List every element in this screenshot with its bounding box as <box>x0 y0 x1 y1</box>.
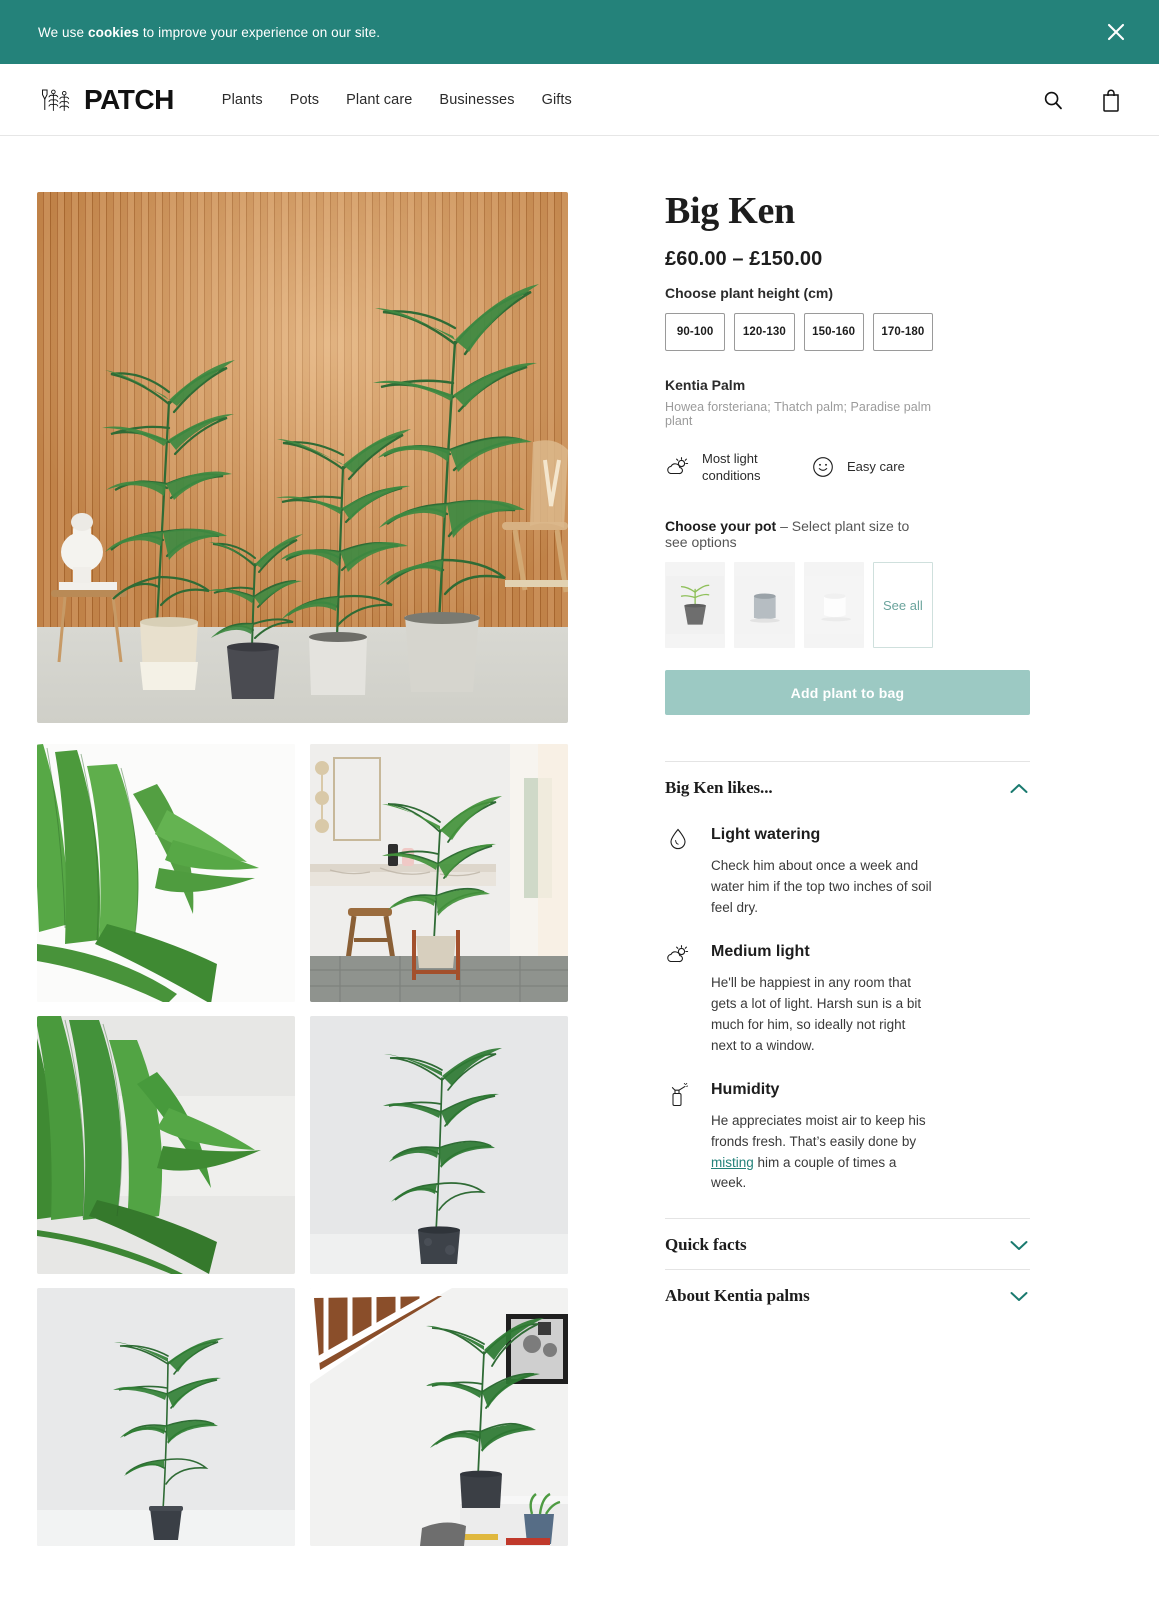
white-pot-thumbnail <box>804 576 863 635</box>
chevron-down-icon[interactable] <box>1008 1238 1030 1252</box>
product-details: Big Ken £60.00 – £150.00 Choose plant he… <box>568 190 1030 1546</box>
pot-options: See all <box>665 562 933 649</box>
add-plant-to-bag-button[interactable]: Add plant to bag <box>665 670 1030 716</box>
pot-option-white[interactable] <box>803 562 864 649</box>
chevron-up-icon[interactable] <box>1008 781 1030 795</box>
thumbnail-image[interactable] <box>310 1016 568 1274</box>
cookie-banner: We use cookies to improve your experienc… <box>0 0 1159 64</box>
search-icon[interactable] <box>1041 87 1065 113</box>
care-title: Humidity <box>711 1080 780 1098</box>
choose-height-label: Choose plant height (cm) <box>665 284 833 301</box>
shopping-bag-icon[interactable] <box>1099 87 1123 113</box>
see-all-pots-label: See all <box>883 597 923 613</box>
palm-in-nursery-pot-illustration <box>37 1288 295 1546</box>
care-text: Check him about once a week and water hi… <box>711 858 932 916</box>
hero-illustration <box>51 284 568 699</box>
spray-bottle-icon <box>665 1081 691 1195</box>
sun-cloud-icon <box>665 454 691 480</box>
palm-fronds-grey-illustration <box>37 1016 295 1274</box>
height-option-90-100[interactable]: 90-100 <box>665 312 726 351</box>
care-text: He'll be happiest in any room that gets … <box>711 974 922 1053</box>
plant-common-name: Kentia Palm <box>665 376 746 393</box>
thumbnail-image[interactable] <box>310 1288 568 1546</box>
cookie-text-after: to improve your experience on our site. <box>138 24 381 40</box>
hero-image[interactable] <box>37 192 568 723</box>
cookie-banner-text: We use cookies to improve your experienc… <box>38 25 380 40</box>
grey-pot-thumbnail <box>735 576 794 635</box>
page-title: Big Ken <box>665 190 795 232</box>
cookie-text-before: We use <box>38 24 88 40</box>
cookie-text-bold: cookies <box>87 24 139 40</box>
thumbnail-image[interactable] <box>37 1288 295 1546</box>
quick-facts-accordion-header[interactable]: Quick facts <box>665 1219 1030 1269</box>
see-all-pots-button[interactable]: See all <box>872 562 933 649</box>
nav-item-pots[interactable]: Pots <box>290 92 319 108</box>
about-kentia-palms-title: About Kentia palms <box>665 1286 810 1306</box>
care-item-light-watering: Light watering Check him about once a we… <box>665 826 933 919</box>
misting-link[interactable]: misting <box>711 1155 754 1170</box>
product-gallery <box>37 192 568 1546</box>
close-icon[interactable] <box>1099 15 1133 49</box>
care-title: Medium light <box>711 942 810 960</box>
sun-cloud-icon <box>665 943 691 1057</box>
attribute-care-label: Easy care <box>847 459 905 475</box>
height-option-150-160[interactable]: 150-160 <box>803 312 864 351</box>
site-header: PATCH Plants Pots Plant care Businesses … <box>0 64 1159 136</box>
palm-beside-staircase-illustration <box>310 1288 568 1546</box>
nav-item-businesses[interactable]: Businesses <box>439 92 514 108</box>
care-item-humidity: Humidity He appreciates moist air to kee… <box>665 1081 933 1195</box>
brand-logo[interactable]: PATCH <box>38 83 174 115</box>
thumbnail-image[interactable] <box>37 744 295 1002</box>
nursery-pot-thumbnail <box>666 576 725 635</box>
header-actions <box>1041 87 1123 113</box>
price-range: £60.00 – £150.00 <box>665 247 823 270</box>
height-option-group: 90-100 120-130 150-160 170-180 <box>665 312 933 351</box>
care-text-before: He appreciates moist air to keep his fro… <box>711 1112 926 1149</box>
palm-in-bathroom-illustration <box>310 744 568 1002</box>
chevron-down-icon[interactable] <box>1008 1289 1030 1303</box>
main-navigation: Plants Pots Plant care Businesses Gifts <box>222 92 572 108</box>
palm-in-dark-pot-studio-illustration <box>310 1016 568 1274</box>
smiley-face-icon <box>810 454 836 480</box>
likes-accordion-header[interactable]: Big Ken likes... <box>665 762 1030 812</box>
quick-facts-accordion: Quick facts <box>665 1218 1030 1269</box>
thumbnail-image[interactable] <box>37 1016 295 1274</box>
thumbnail-image[interactable] <box>310 744 568 1002</box>
height-option-170-180[interactable]: 170-180 <box>872 312 933 351</box>
likes-accordion-title: Big Ken likes... <box>665 778 773 798</box>
about-kentia-palms-accordion-header[interactable]: About Kentia palms <box>665 1270 1030 1320</box>
nav-item-plant-care[interactable]: Plant care <box>346 92 412 108</box>
nav-item-plants[interactable]: Plants <box>222 92 263 108</box>
pot-option-grey-cylinder[interactable] <box>734 562 795 649</box>
brand-name: PATCH <box>84 83 174 115</box>
care-text: He appreciates moist air to keep his fro… <box>711 1111 933 1195</box>
water-drop-icon <box>665 826 691 919</box>
attribute-light: Most light conditions <box>665 450 810 484</box>
about-kentia-palms-accordion: About Kentia palms <box>665 1269 1030 1320</box>
palm-fronds-closeup-illustration <box>37 744 295 1002</box>
nav-item-gifts[interactable]: Gifts <box>542 92 572 108</box>
quick-facts-title: Quick facts <box>665 1235 747 1255</box>
care-title: Light watering <box>711 826 821 844</box>
height-option-120-130[interactable]: 120-130 <box>734 312 795 351</box>
choose-pot-label: Choose your pot – Select plant size to s… <box>665 518 933 550</box>
plant-latin-name: Howea forsteriana; Thatch palm; Paradise… <box>665 399 932 428</box>
attribute-light-label: Most light conditions <box>702 450 761 484</box>
thumbnail-grid <box>37 744 568 1546</box>
care-item-medium-light: Medium light He'll be happiest in any ro… <box>665 943 933 1057</box>
pot-option-nursery[interactable] <box>665 562 726 649</box>
trowel-and-plants-icon <box>42 89 70 111</box>
choose-pot-label-bold: Choose your pot <box>665 518 777 535</box>
plant-attributes: Most light conditions Easy care <box>665 450 933 484</box>
attribute-care: Easy care <box>810 454 905 480</box>
product-page: Big Ken £60.00 – £150.00 Choose plant he… <box>0 136 1159 1546</box>
